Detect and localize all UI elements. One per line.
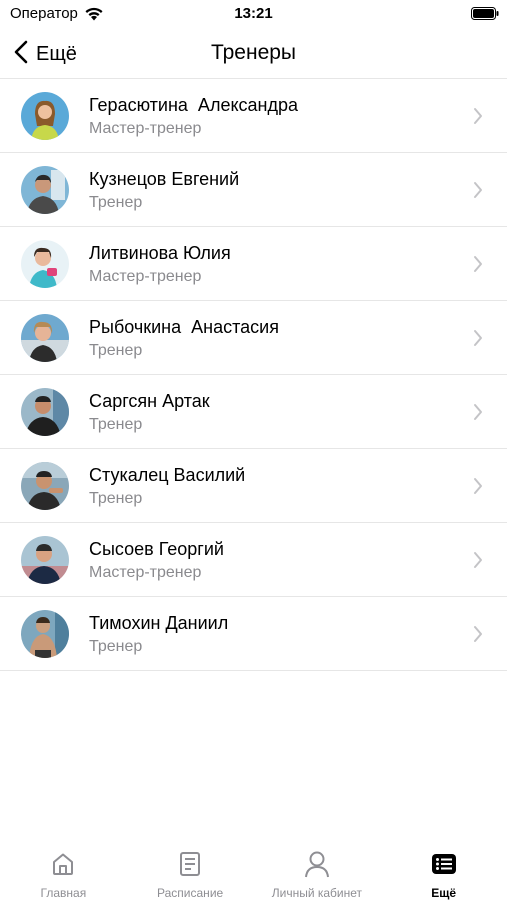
- chevron-right-icon: [473, 477, 483, 500]
- trainer-row[interactable]: Сысоев Георгий Мастер-тренер: [0, 523, 507, 597]
- trainer-row[interactable]: Саргсян Артак Тренер: [0, 375, 507, 449]
- tab-label: Главная: [40, 886, 87, 900]
- trainer-role: Мастер-тренер: [89, 120, 202, 137]
- chevron-right-icon: [473, 181, 483, 204]
- avatar: [21, 388, 69, 436]
- avatar: [21, 610, 69, 658]
- trainer-name: Тимохин Даниил: [89, 613, 229, 633]
- trainer-role: Тренер: [89, 194, 143, 211]
- chevron-right-icon: [473, 107, 483, 130]
- tab-label: Личный кабинет: [271, 886, 363, 900]
- tab-profile[interactable]: Личный кабинет: [254, 836, 381, 900]
- trainer-row[interactable]: Кузнецов Евгений Тренер: [0, 153, 507, 227]
- avatar: [21, 314, 69, 362]
- trainer-role: Мастер-тренер: [89, 268, 202, 285]
- battery-icon: [471, 7, 499, 20]
- chevron-right-icon: [473, 625, 483, 648]
- trainer-name: Сысоев Георгий: [89, 539, 224, 559]
- tab-label: Расписание: [157, 886, 224, 900]
- more-list-icon: [431, 850, 457, 878]
- trainer-role: Тренер: [89, 416, 143, 433]
- page-title: Тренеры: [210, 41, 297, 64]
- trainer-list: Герасютина Александра Мастер-тренер Кузн…: [0, 79, 507, 671]
- trainer-name: Литвинова Юлия: [89, 243, 231, 263]
- trainer-name: Саргсян Артак: [89, 391, 210, 411]
- chevron-right-icon: [473, 255, 483, 278]
- home-icon: [50, 850, 76, 878]
- avatar: [21, 536, 69, 584]
- chevron-right-icon: [473, 403, 483, 426]
- tab-label: Ещё: [431, 886, 457, 900]
- trainer-name: Рыбочкина Анастасия: [89, 317, 279, 337]
- tab-bar: Главная Расписание Личный кабинет Ещё: [0, 836, 507, 900]
- profile-icon: [304, 850, 330, 878]
- trainer-row[interactable]: Стукалец Василий Тренер: [0, 449, 507, 523]
- trainer-role: Тренер: [89, 638, 143, 655]
- schedule-icon: [178, 850, 202, 878]
- trainer-role: Тренер: [89, 490, 143, 507]
- chevron-right-icon: [473, 329, 483, 352]
- trainer-name: Стукалец Василий: [89, 465, 246, 485]
- trainer-row[interactable]: Герасютина Александра Мастер-тренер: [0, 79, 507, 153]
- trainer-name: Кузнецов Евгений: [89, 169, 240, 189]
- navigation-bar: Ещё Тренеры: [0, 30, 507, 79]
- status-bar: Оператор 13:21: [0, 0, 507, 30]
- tab-schedule[interactable]: Расписание: [127, 836, 254, 900]
- avatar: [21, 240, 69, 288]
- chevron-right-icon: [473, 551, 483, 574]
- trainer-row[interactable]: Рыбочкина Анастасия Тренер: [0, 301, 507, 375]
- trainer-name: Герасютина Александра: [89, 95, 299, 115]
- tab-home[interactable]: Главная: [0, 836, 127, 900]
- avatar: [21, 462, 69, 510]
- avatar: [21, 92, 69, 140]
- trainer-role: Мастер-тренер: [89, 564, 202, 581]
- clock: 13:21: [234, 5, 273, 22]
- trainer-role: Тренер: [89, 342, 143, 359]
- avatar: [21, 166, 69, 214]
- trainer-row[interactable]: Тимохин Даниил Тренер: [0, 597, 507, 671]
- tab-more[interactable]: Ещё: [380, 836, 507, 900]
- trainer-row[interactable]: Литвинова Юлия Мастер-тренер: [0, 227, 507, 301]
